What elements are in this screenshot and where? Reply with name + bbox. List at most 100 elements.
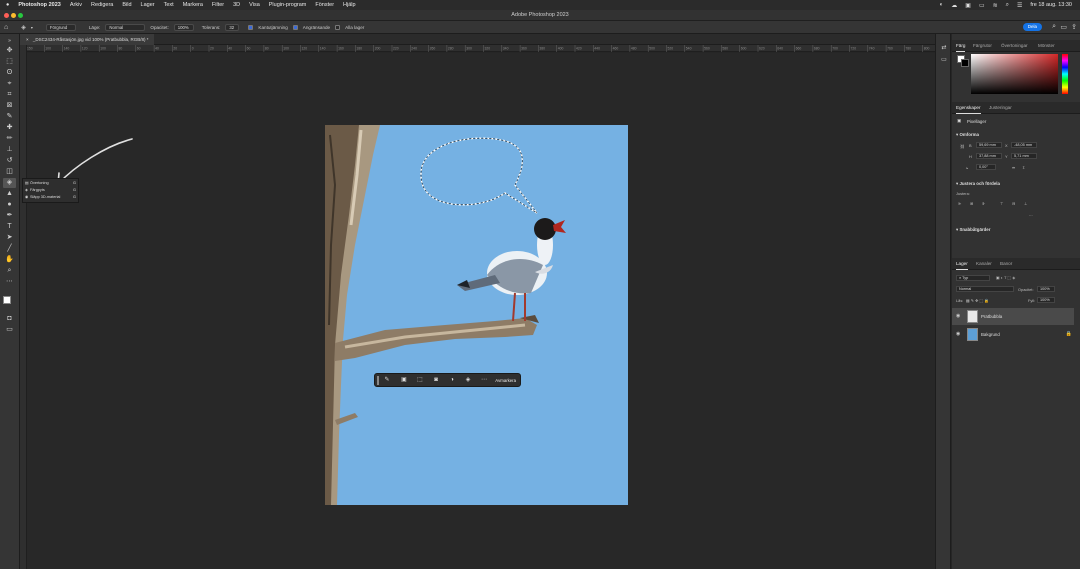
document-tab[interactable]: × _DSC2434-Råstasjön.jpg vid 100% (Pratb… <box>20 34 155 45</box>
menu-filter[interactable]: Filter <box>212 2 224 8</box>
flip-vertical-icon[interactable]: ⇳ <box>1022 165 1025 170</box>
frame-tool-icon[interactable]: ⊠ <box>3 101 16 111</box>
flyout-item-paint-bucket[interactable]: ◈ Färgpyts G <box>25 187 78 194</box>
menu-plugin[interactable]: Plugin-program <box>269 2 307 8</box>
modify-selection-icon[interactable]: ▣ <box>400 376 408 385</box>
tolerance-field[interactable]: 32 <box>225 23 240 31</box>
search-icon[interactable]: ⌕ <box>1052 23 1056 31</box>
align-vcenter-icon[interactable]: ⊟ <box>1012 201 1015 206</box>
menubar-clock[interactable]: fre 18 aug. 13:30 <box>1030 2 1072 8</box>
fill-selection-icon[interactable]: ◈ <box>464 376 472 385</box>
filter-pixel-icon[interactable]: ▣ ◐ T ⬚ ◈ <box>996 275 1015 280</box>
lock-options-icon[interactable]: ▦ ✎ ✥ ⬚ 🔒 <box>966 298 989 303</box>
hue-slider[interactable] <box>1062 54 1068 94</box>
menu-text[interactable]: Text <box>164 2 174 8</box>
menu-3d[interactable]: 3D <box>233 2 240 8</box>
search-icon[interactable]: ⌕ <box>1006 2 1009 9</box>
lock-icon[interactable]: ▣ <box>965 2 971 9</box>
height-field[interactable]: 37,88 mm <box>976 153 1002 159</box>
align-right-icon[interactable]: ⊪ <box>982 201 985 206</box>
menu-fonster[interactable]: Fönster <box>315 2 334 8</box>
history-panel-icon[interactable]: ⇄ <box>939 44 949 53</box>
status-icon[interactable]: ◐ <box>940 2 944 8</box>
workspace-icon[interactable]: ▭ <box>1060 23 1067 31</box>
transform-section[interactable]: ▾ Omforma <box>956 132 979 138</box>
tab-farg[interactable]: Färg <box>956 40 966 52</box>
tab-banor[interactable]: Banor <box>1000 258 1012 270</box>
menu-redigera[interactable]: Redigera <box>91 2 113 8</box>
hand-tool-icon[interactable]: ✋ <box>3 255 16 265</box>
tab-overtoningar[interactable]: Övertoningar <box>1001 40 1028 52</box>
path-selection-tool-icon[interactable]: ➤ <box>3 233 16 243</box>
paint-bucket-tool-preset-icon[interactable]: ◈ <box>21 24 26 31</box>
tab-fargrutor[interactable]: Färgrutor <box>973 40 992 52</box>
battery-icon[interactable]: ▭ <box>979 2 985 9</box>
generative-fill-icon[interactable]: ✎ <box>383 376 391 385</box>
x-field[interactable]: -48,05 mm <box>1011 142 1037 148</box>
width-field[interactable]: 59,69 mm <box>976 142 1002 148</box>
eyedropper-tool-icon[interactable]: ✎ <box>3 112 16 122</box>
zoom-tool-icon[interactable]: ⌕ <box>3 266 16 276</box>
edit-toolbar-icon[interactable]: ⋯ <box>3 277 16 287</box>
pen-tool-icon[interactable]: ✒ <box>3 211 16 221</box>
antialias-checkbox[interactable] <box>248 24 254 30</box>
history-brush-tool-icon[interactable]: ↺ <box>3 156 16 166</box>
bg-color-swatch[interactable] <box>961 59 969 67</box>
menu-app-photoshop[interactable]: Photoshop 2023 <box>18 2 60 8</box>
visibility-eye-icon[interactable]: ◉ <box>956 308 960 325</box>
align-bottom-icon[interactable]: ⊥ <box>1024 201 1027 206</box>
toolbar-collapse-icon[interactable]: » <box>3 36 16 46</box>
line-tool-icon[interactable]: ╱ <box>3 244 16 254</box>
menu-hjalp[interactable]: Hjälp <box>343 2 356 8</box>
home-icon[interactable]: ⌂ <box>4 24 8 31</box>
crop-tool-icon[interactable]: ⌗ <box>3 90 16 100</box>
object-selection-tool-icon[interactable]: ⌖ <box>3 79 16 89</box>
paint-bucket-tool-icon[interactable]: ◈ <box>3 178 16 188</box>
transform-selection-icon[interactable]: ⬚ <box>416 376 424 385</box>
create-mask-icon[interactable]: ◙ <box>432 376 440 385</box>
tab-justeringar[interactable]: Justeringar <box>989 102 1012 114</box>
cloud-icon[interactable]: ☁ <box>951 2 957 9</box>
tab-lager[interactable]: Lager <box>956 258 968 270</box>
more-options-icon[interactable]: ⋯ <box>480 376 488 385</box>
layer-opacity-field[interactable]: 100% <box>1037 286 1055 292</box>
move-tool-icon[interactable]: ✥ <box>3 46 16 56</box>
mode-select[interactable]: Normal <box>105 23 146 31</box>
wifi-icon[interactable]: ≋ <box>993 2 998 9</box>
layer-filter-select[interactable]: ⌕ Typ <box>956 275 990 281</box>
marquee-tool-icon[interactable]: ⬚ <box>3 57 16 67</box>
share-button[interactable]: Dela <box>1022 23 1042 31</box>
layer-row-pratbubbla[interactable]: ◉ Pratbubbla <box>952 308 1074 325</box>
fill-source-select[interactable]: Förgrund <box>45 23 76 31</box>
menu-arkiv[interactable]: Arkiv <box>70 2 82 8</box>
blend-mode-select[interactable]: Normal <box>956 286 1014 292</box>
screen-mode-icon[interactable]: ▭ <box>3 325 16 335</box>
taskbar-drag-handle[interactable] <box>377 376 379 385</box>
align-left-icon[interactable]: ⊫ <box>958 201 961 206</box>
angle-field[interactable]: 0,00° <box>976 164 996 170</box>
flyout-item-gradient[interactable]: ▤Övertoning G <box>25 180 78 187</box>
more-align-icon[interactable]: ⋯ <box>1029 213 1033 218</box>
menu-lager[interactable]: Lager <box>141 2 155 8</box>
align-hcenter-icon[interactable]: ⊞ <box>970 201 973 206</box>
comments-panel-icon[interactable]: ▭ <box>939 56 949 65</box>
cloud-docs-icon[interactable]: ⇪ <box>1071 23 1077 31</box>
healing-brush-tool-icon[interactable]: ✚ <box>3 123 16 133</box>
layer-lock-icon[interactable]: 🔒 <box>1066 326 1072 343</box>
type-tool-icon[interactable]: T <box>3 222 16 232</box>
blur-tool-icon[interactable]: ▲ <box>3 189 16 199</box>
y-field[interactable]: 5,71 mm <box>1011 153 1037 159</box>
brush-tool-icon[interactable]: ✏ <box>3 134 16 144</box>
foreground-color-swatch[interactable] <box>3 296 11 304</box>
clone-stamp-tool-icon[interactable]: ⊥ <box>3 145 16 155</box>
menu-bild[interactable]: Bild <box>122 2 131 8</box>
flip-horizontal-icon[interactable]: ⇹ <box>1012 165 1015 170</box>
all-layers-checkbox[interactable] <box>335 24 341 30</box>
control-center-icon[interactable]: ☰ <box>1017 2 1022 9</box>
eraser-tool-icon[interactable]: ◫ <box>3 167 16 177</box>
flyout-item-3d-material-drop[interactable]: ◉ Släpp 3D-material G <box>25 194 78 201</box>
deselect-button[interactable]: Avmarkera <box>495 374 516 387</box>
contiguous-checkbox[interactable] <box>292 24 298 30</box>
opacity-field[interactable]: 100% <box>173 23 194 31</box>
lasso-tool-icon[interactable]: ʘ <box>3 68 16 78</box>
